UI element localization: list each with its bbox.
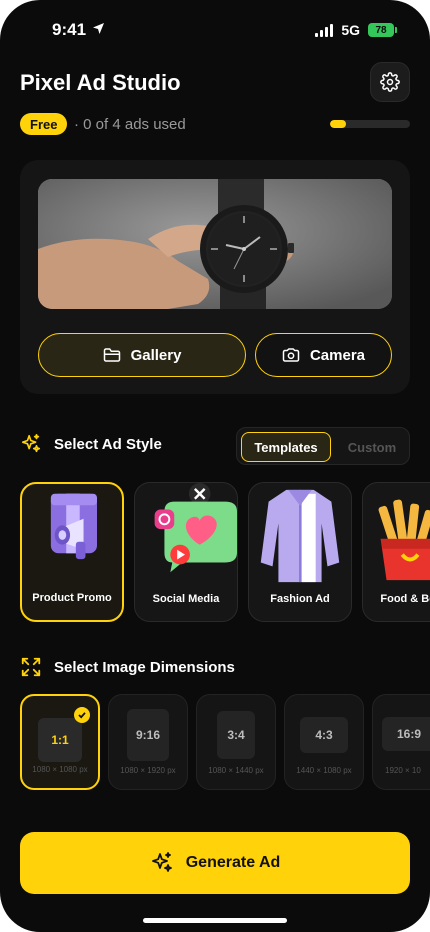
generate-ad-button[interactable]: Generate Ad <box>20 832 410 894</box>
style-card-food-beverage[interactable]: Food & Beve <box>362 482 430 622</box>
expand-icon <box>21 657 41 677</box>
gallery-button[interactable]: Gallery <box>38 333 246 377</box>
camera-button[interactable]: Camera <box>255 333 392 377</box>
dimensions-heading: Select Image Dimensions <box>20 656 235 678</box>
ad-style-heading-label: Select Ad Style <box>54 435 162 453</box>
size-label: 1080 × 1440 px <box>208 766 264 775</box>
style-mode-toggle: Templates Custom <box>236 427 410 465</box>
usage-text: · 0 of 4 ads used <box>74 116 186 133</box>
dimension-option-3-4[interactable]: 3:4 1080 × 1440 px <box>196 694 276 790</box>
style-card-label: Social Media <box>152 593 220 605</box>
style-card-label: Product Promo <box>32 592 112 604</box>
battery-icon: 78 <box>368 23 397 37</box>
size-label: 1440 × 1080 px <box>296 766 352 775</box>
signal-icon <box>315 23 334 37</box>
ratio-label: 1:1 <box>38 718 82 762</box>
dimension-option-9-16[interactable]: 9:16 1080 × 1920 px <box>108 694 188 790</box>
dimension-option-4-3[interactable]: 4:3 1440 × 1080 px <box>284 694 364 790</box>
sparkles-icon <box>151 852 172 872</box>
ratio-label: 3:4 <box>217 711 255 759</box>
style-card-fashion-ad[interactable]: Fashion Ad <box>248 482 352 622</box>
check-icon <box>74 707 90 723</box>
dimension-option-16-9[interactable]: 16:9 1920 × 10 <box>372 694 430 790</box>
location-arrow-icon <box>92 22 105 40</box>
dimension-option-1-1[interactable]: 1:1 1080 × 1080 px <box>20 694 100 790</box>
style-card-social-media[interactable]: Social Media <box>134 482 238 622</box>
page-title: Pixel Ad Studio <box>20 70 181 95</box>
gallery-button-label: Gallery <box>130 346 182 364</box>
plan-badge: Free <box>20 113 68 135</box>
tab-custom[interactable]: Custom <box>337 432 407 462</box>
settings-button[interactable] <box>370 62 410 102</box>
camera-icon <box>282 348 300 362</box>
style-card-label: Fashion Ad <box>270 593 330 605</box>
home-indicator <box>143 918 287 923</box>
ratio-label: 16:9 <box>382 717 430 751</box>
size-label: 1920 × 10 <box>385 766 421 775</box>
fries-icon <box>378 499 430 581</box>
sparkles-icon <box>21 434 41 453</box>
social-media-icon <box>154 483 237 573</box>
watch-photo-illustration <box>38 179 392 309</box>
status-time: 9:41 <box>52 20 87 39</box>
camera-button-label: Camera <box>309 346 366 364</box>
gear-icon <box>380 72 400 92</box>
app-screen: 9:41 5G 78 Pixel Ad Studio Free · 0 of 4… <box>0 0 430 932</box>
megaphone-box-icon <box>50 493 97 560</box>
usage-progress-fill <box>330 120 346 128</box>
ratio-label: 9:16 <box>127 709 169 761</box>
status-bar: 9:41 5G 78 <box>0 18 430 42</box>
ratio-label: 4:3 <box>300 717 348 753</box>
upload-card: Gallery Camera <box>20 160 410 394</box>
usage-progress-bar <box>330 120 410 128</box>
style-card-product-promo[interactable]: Product Promo <box>20 482 124 622</box>
shirt-icon <box>260 489 340 583</box>
generate-ad-label: Generate Ad <box>185 854 281 871</box>
style-card-label: Food & Beve <box>380 593 430 605</box>
status-indicators: 5G 78 <box>315 22 397 38</box>
size-label: 1080 × 1080 px <box>32 765 88 774</box>
tab-templates[interactable]: Templates <box>241 432 331 462</box>
dimensions-heading-label: Select Image Dimensions <box>54 658 235 676</box>
ad-style-heading: Select Ad Style <box>20 433 162 455</box>
product-photo[interactable] <box>38 179 392 309</box>
battery-level: 78 <box>375 24 387 36</box>
folder-icon <box>103 348 120 362</box>
network-label: 5G <box>341 22 360 38</box>
size-label: 1080 × 1920 px <box>120 766 176 775</box>
